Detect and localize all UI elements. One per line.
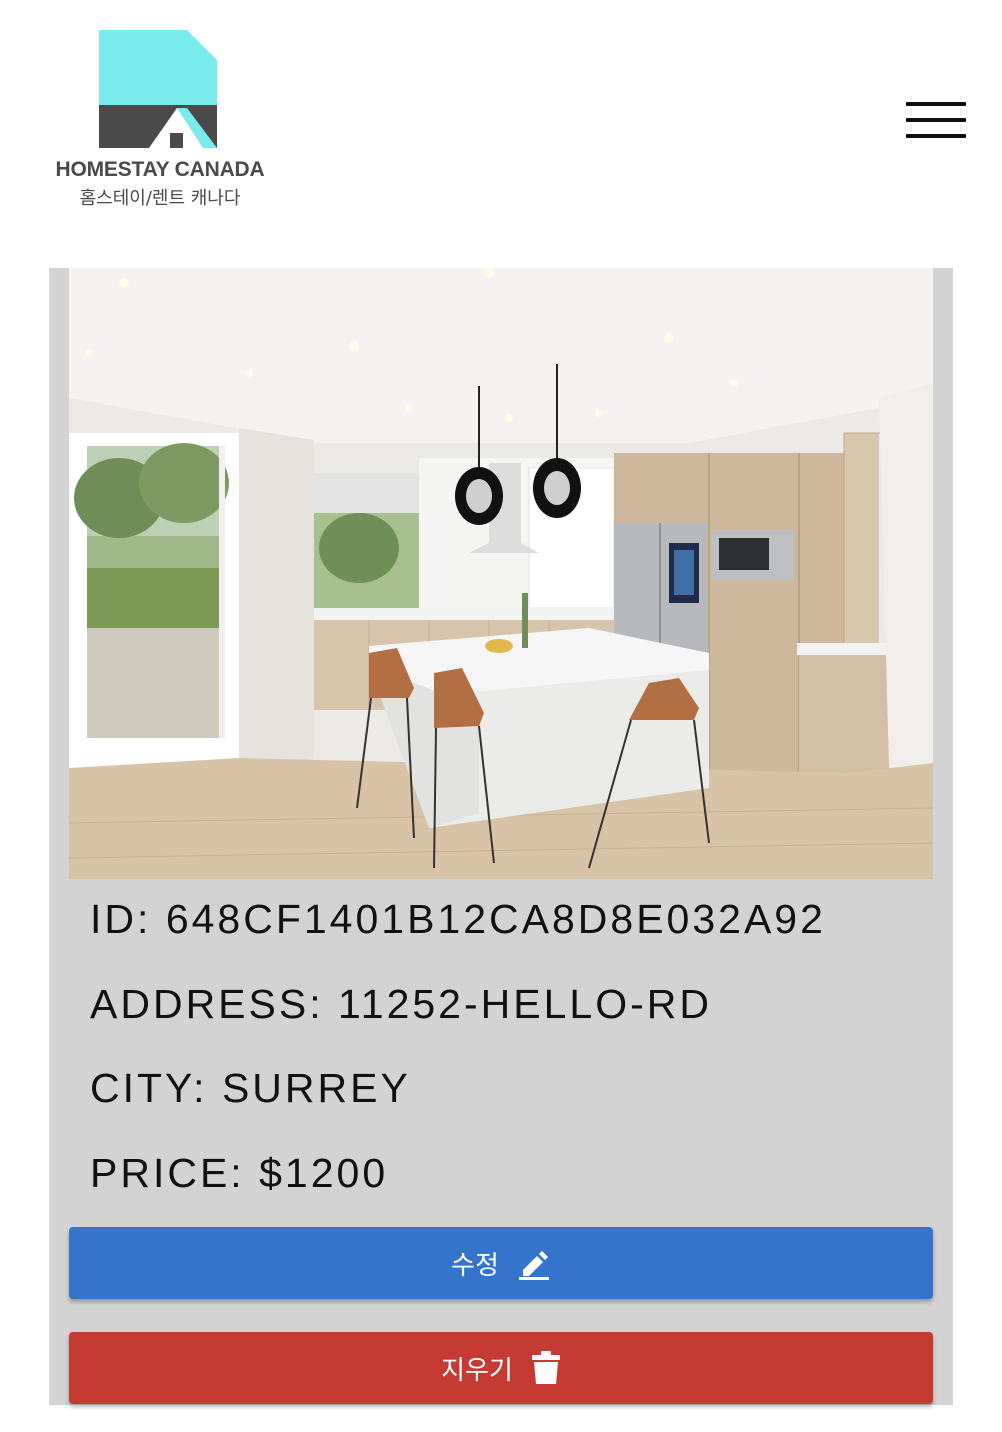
menu-line xyxy=(906,134,966,138)
listing-id: ID: 648CF1401B12CA8D8E032A92 xyxy=(90,896,826,943)
delete-button[interactable]: 지우기 xyxy=(69,1332,933,1404)
address-value: 11252-HELLO-RD xyxy=(338,981,712,1027)
kitchen-photo-illustration xyxy=(69,268,933,879)
hamburger-menu-icon[interactable] xyxy=(900,96,972,146)
listing-card: ID: 648CF1401B12CA8D8E032A92 ADDRESS: 11… xyxy=(49,268,953,1405)
house-logo-icon xyxy=(99,30,217,148)
address-label: ADDRESS: xyxy=(90,981,324,1027)
price-label: PRICE: xyxy=(90,1150,245,1196)
brand-subtitle: 홈스테이/렌트 캐나다 xyxy=(79,188,241,209)
price-value: $1200 xyxy=(259,1150,389,1196)
listing-price: PRICE: $1200 xyxy=(90,1150,388,1197)
menu-line xyxy=(906,102,966,106)
brand-logo[interactable]: HOMESTAY CANADA 홈스테이/렌트 캐나다 xyxy=(44,30,276,210)
id-label: ID: xyxy=(90,896,152,942)
city-value: SURREY xyxy=(221,1065,411,1111)
edit-button-label: 수정 xyxy=(451,1250,499,1281)
edit-button[interactable]: 수정 xyxy=(69,1227,933,1299)
pencil-icon xyxy=(517,1246,551,1280)
brand-name: HOMESTAY CANADA xyxy=(55,158,265,181)
delete-button-label: 지우기 xyxy=(441,1355,513,1386)
menu-line xyxy=(906,118,966,122)
listing-address: ADDRESS: 11252-HELLO-RD xyxy=(90,981,712,1028)
site-header: HOMESTAY CANADA 홈스테이/렌트 캐나다 xyxy=(0,0,1002,240)
id-value: 648CF1401B12CA8D8E032A92 xyxy=(165,896,826,942)
city-label: CITY: xyxy=(90,1065,208,1111)
listing-photo xyxy=(69,268,933,879)
trash-icon xyxy=(531,1351,561,1385)
listing-city: CITY: SURREY xyxy=(90,1065,411,1112)
